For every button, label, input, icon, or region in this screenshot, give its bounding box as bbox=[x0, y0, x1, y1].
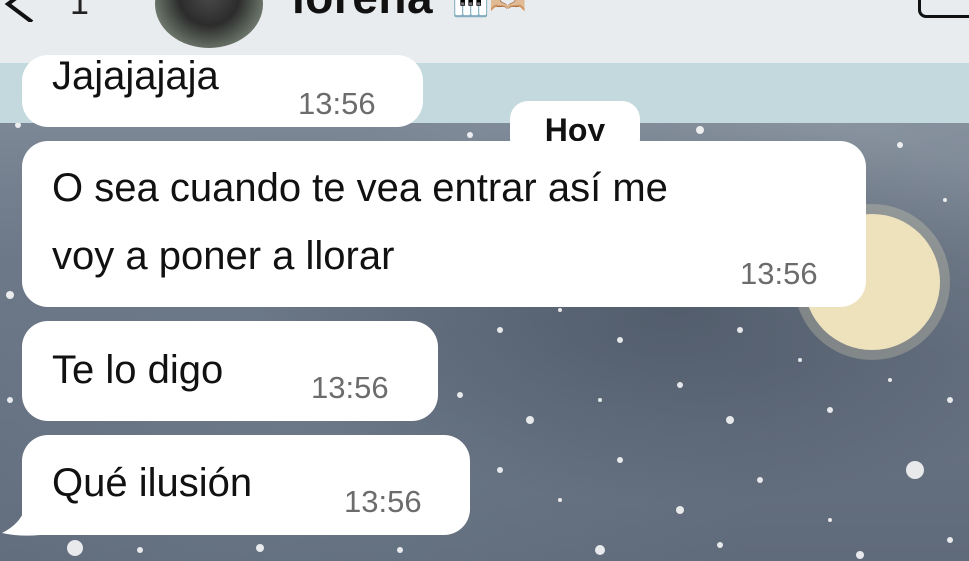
message-text: Qué ilusión bbox=[52, 461, 253, 505]
contact-name[interactable]: lorena bbox=[292, 0, 433, 24]
bubble-tail bbox=[2, 505, 40, 536]
message-bubble[interactable]: Te lo digo 13:56 bbox=[22, 321, 438, 421]
message-bubble[interactable]: Qué ilusión 13:56 bbox=[22, 435, 470, 535]
video-call-icon[interactable] bbox=[918, 0, 969, 18]
status-emojis: 🎹🫶🏼 bbox=[452, 0, 527, 18]
message-text: Te lo digo bbox=[52, 348, 224, 392]
message-bubble[interactable]: O sea cuando te vea entrar así me voy a … bbox=[22, 141, 866, 307]
message-time: 13:56 bbox=[311, 370, 389, 405]
avatar[interactable] bbox=[155, 0, 263, 48]
message-bubble[interactable]: Jajajajaja 13:56 bbox=[22, 54, 423, 127]
chevron-left-icon[interactable] bbox=[0, 0, 40, 22]
message-text: Jajajajaja bbox=[52, 54, 219, 98]
message-time: 13:56 bbox=[740, 256, 818, 291]
message-time: 13:56 bbox=[298, 86, 376, 121]
message-text-line1: O sea cuando te vea entrar así me bbox=[52, 166, 668, 210]
unread-count: 1 bbox=[70, 0, 89, 22]
message-text-line2: voy a poner a llorar bbox=[52, 234, 395, 278]
message-time: 13:56 bbox=[344, 484, 422, 519]
